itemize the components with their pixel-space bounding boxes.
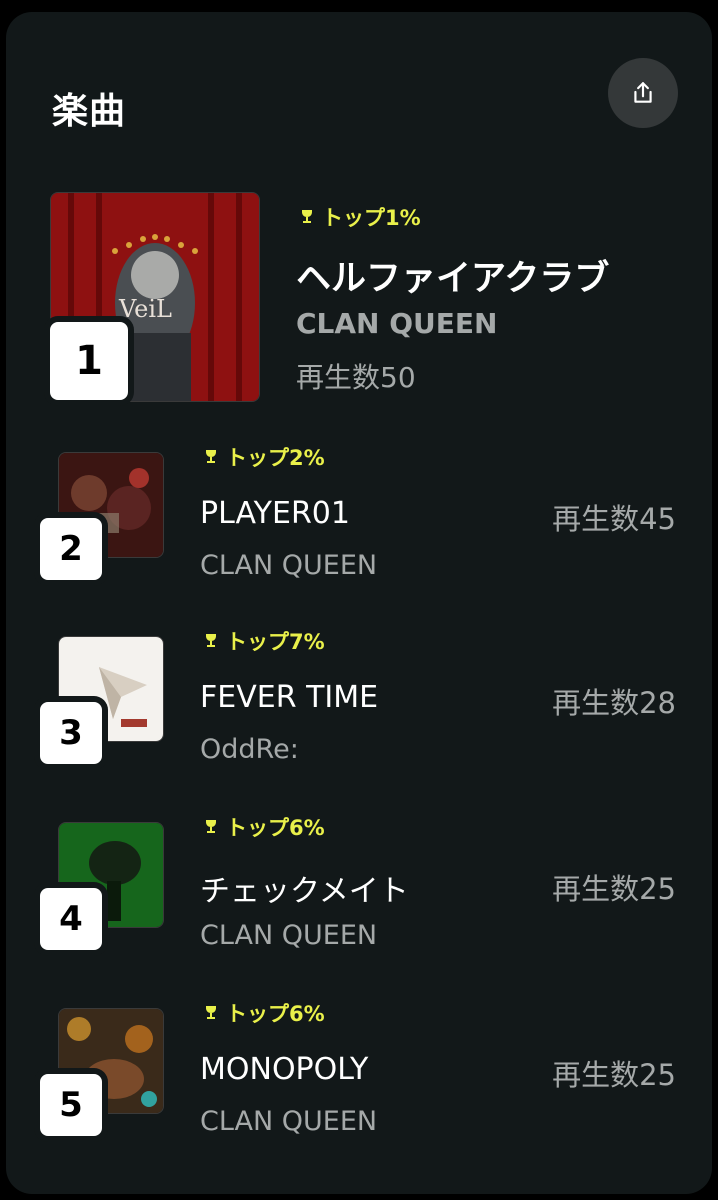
trophy-icon <box>302 210 312 223</box>
rank-badge: 4 <box>40 888 102 950</box>
song-title[interactable]: チェックメイト <box>200 866 409 910</box>
trophy-icon <box>206 1006 216 1019</box>
badge-label: トップ6% <box>226 816 325 840</box>
artist-name[interactable]: OddRe: <box>200 734 299 765</box>
top-percent-badge: トップ6% <box>204 998 325 1028</box>
top-percent-badge: トップ7% <box>204 626 325 656</box>
top-percent-badge: トップ1% <box>300 202 421 232</box>
rank-badge: 1 <box>50 322 128 400</box>
top-songs-card: 楽曲 VeiL 1 トップ1% ヘルファイアクラブ CLAN QUEEN 再生数… <box>6 12 712 1194</box>
top-percent-badge: トップ6% <box>204 812 325 842</box>
artist-name[interactable]: CLAN QUEEN <box>200 550 377 581</box>
artist-name[interactable]: CLAN QUEEN <box>200 920 377 951</box>
rank-badge: 5 <box>40 1074 102 1136</box>
trophy-icon <box>206 450 216 463</box>
trophy-icon <box>206 820 216 833</box>
play-count: 再生数28 <box>552 686 676 720</box>
rank-badge: 3 <box>40 702 102 764</box>
badge-label: トップ6% <box>226 1002 325 1026</box>
share-icon <box>634 82 652 103</box>
song-title[interactable]: PLAYER01 <box>200 496 350 531</box>
svg-text:VeiL: VeiL <box>118 295 172 323</box>
top-percent-badge: トップ2% <box>204 442 325 472</box>
badge-label: トップ7% <box>226 630 325 654</box>
artist-name[interactable]: CLAN QUEEN <box>200 1106 377 1137</box>
trophy-icon <box>206 634 216 647</box>
artist-name[interactable]: CLAN QUEEN <box>296 307 497 340</box>
song-title[interactable]: MONOPOLY <box>200 1052 368 1087</box>
section-title: 楽曲 <box>52 91 127 132</box>
song-title[interactable]: ヘルファイアクラブ <box>296 250 609 301</box>
badge-label: トップ2% <box>226 446 325 470</box>
badge-label: トップ1% <box>322 206 421 230</box>
share-button[interactable] <box>608 58 678 128</box>
play-count: 再生数50 <box>296 361 416 394</box>
rank-badge: 2 <box>40 518 102 580</box>
song-title[interactable]: FEVER TIME <box>200 680 378 715</box>
play-count: 再生数45 <box>552 502 676 536</box>
play-count: 再生数25 <box>552 1058 676 1092</box>
play-count: 再生数25 <box>552 872 676 906</box>
